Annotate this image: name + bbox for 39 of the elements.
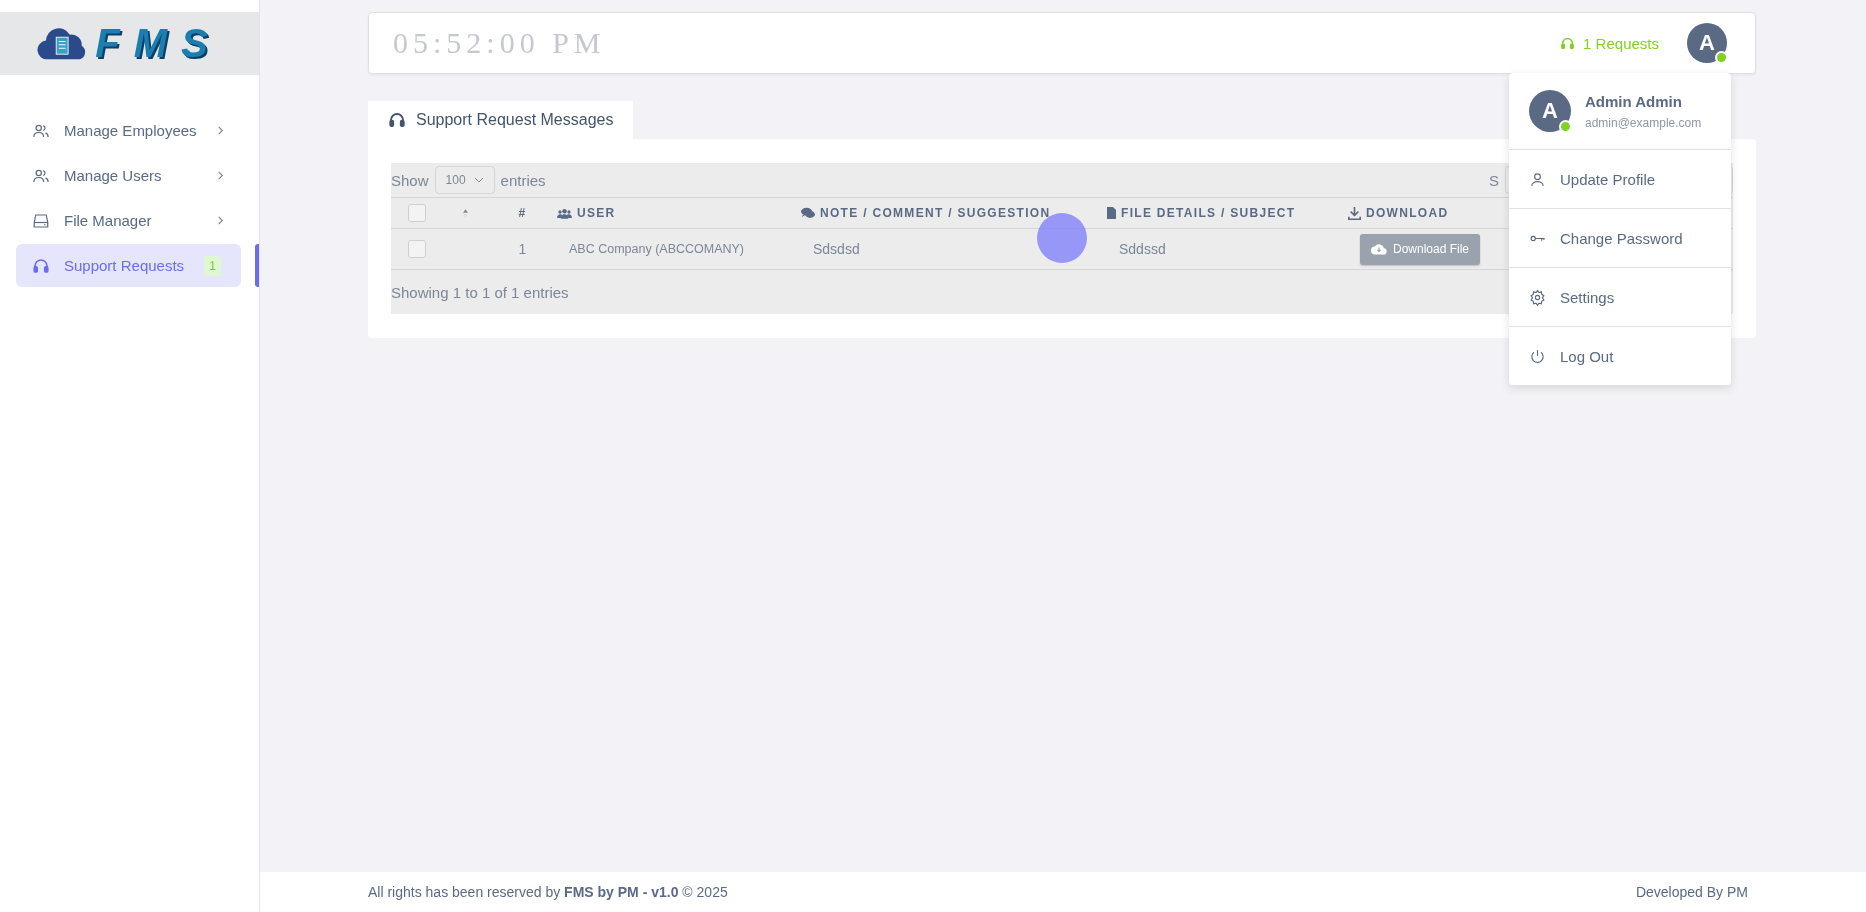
page-size-select[interactable]: 100	[434, 166, 495, 194]
sidebar-item[interactable]: File Manager	[16, 199, 241, 242]
user-name: Admin Admin	[1585, 92, 1683, 110]
menu-label: Settings	[1560, 288, 1615, 306]
count-badge: 1	[204, 255, 221, 276]
avatar: A	[1529, 90, 1571, 132]
menu-label: File Manager	[64, 212, 153, 229]
avatar[interactable]: A	[1687, 23, 1727, 63]
user-email: admin@example.com	[1585, 115, 1702, 130]
sidebar-item[interactable]: Manage Employees	[16, 109, 241, 152]
search-label: S	[1489, 171, 1499, 189]
column-header[interactable]: FILE DETAILS / SUBJECT	[1107, 206, 1348, 220]
developer-credit: Developed By PM	[1635, 884, 1748, 900]
menu-item[interactable]: Change Password	[1509, 209, 1731, 268]
menu-label: Log Out	[1560, 347, 1614, 365]
menu-item[interactable]: Update Profile	[1509, 150, 1731, 209]
entries-label: entries	[500, 171, 546, 189]
logo-text: FMS	[95, 21, 222, 66]
menu-label: Update Profile	[1560, 170, 1656, 188]
table-cell-text: 1	[517, 241, 528, 257]
menu-item[interactable]: Log Out	[1509, 327, 1731, 385]
menu-label: Support Requests	[64, 257, 186, 274]
column-header[interactable]: NOTE / COMMENT / SUGGESTION	[801, 206, 1107, 220]
column-header[interactable]: USER	[557, 206, 801, 220]
menu-label: Change Password	[1560, 229, 1683, 247]
menu-item[interactable]: Settings	[1509, 268, 1731, 327]
table-cell-text: ABC Company (ABCCOMANY)	[568, 242, 746, 256]
menu-label: Manage Employees	[64, 122, 198, 139]
tab[interactable]: Support Request Messages	[368, 101, 634, 139]
tab-label: Support Request Messages	[416, 111, 614, 129]
table-cell-text: Sdsdsd	[813, 241, 861, 257]
table-info: Showing 1 to 1 of 1 entries	[391, 282, 569, 303]
sidebar-item[interactable]: Manage Users	[16, 154, 241, 197]
menu-label: Manage Users	[64, 167, 163, 184]
copyright-text: All rights has been reserved by FMS by PM - v1.0 © 2025	[368, 884, 728, 900]
column-header[interactable]: #	[488, 206, 557, 220]
clock-text: 05:52:00 PM	[393, 26, 607, 60]
show-label: Show	[391, 171, 429, 189]
table-cell-text: Sddssd	[1119, 241, 1167, 257]
